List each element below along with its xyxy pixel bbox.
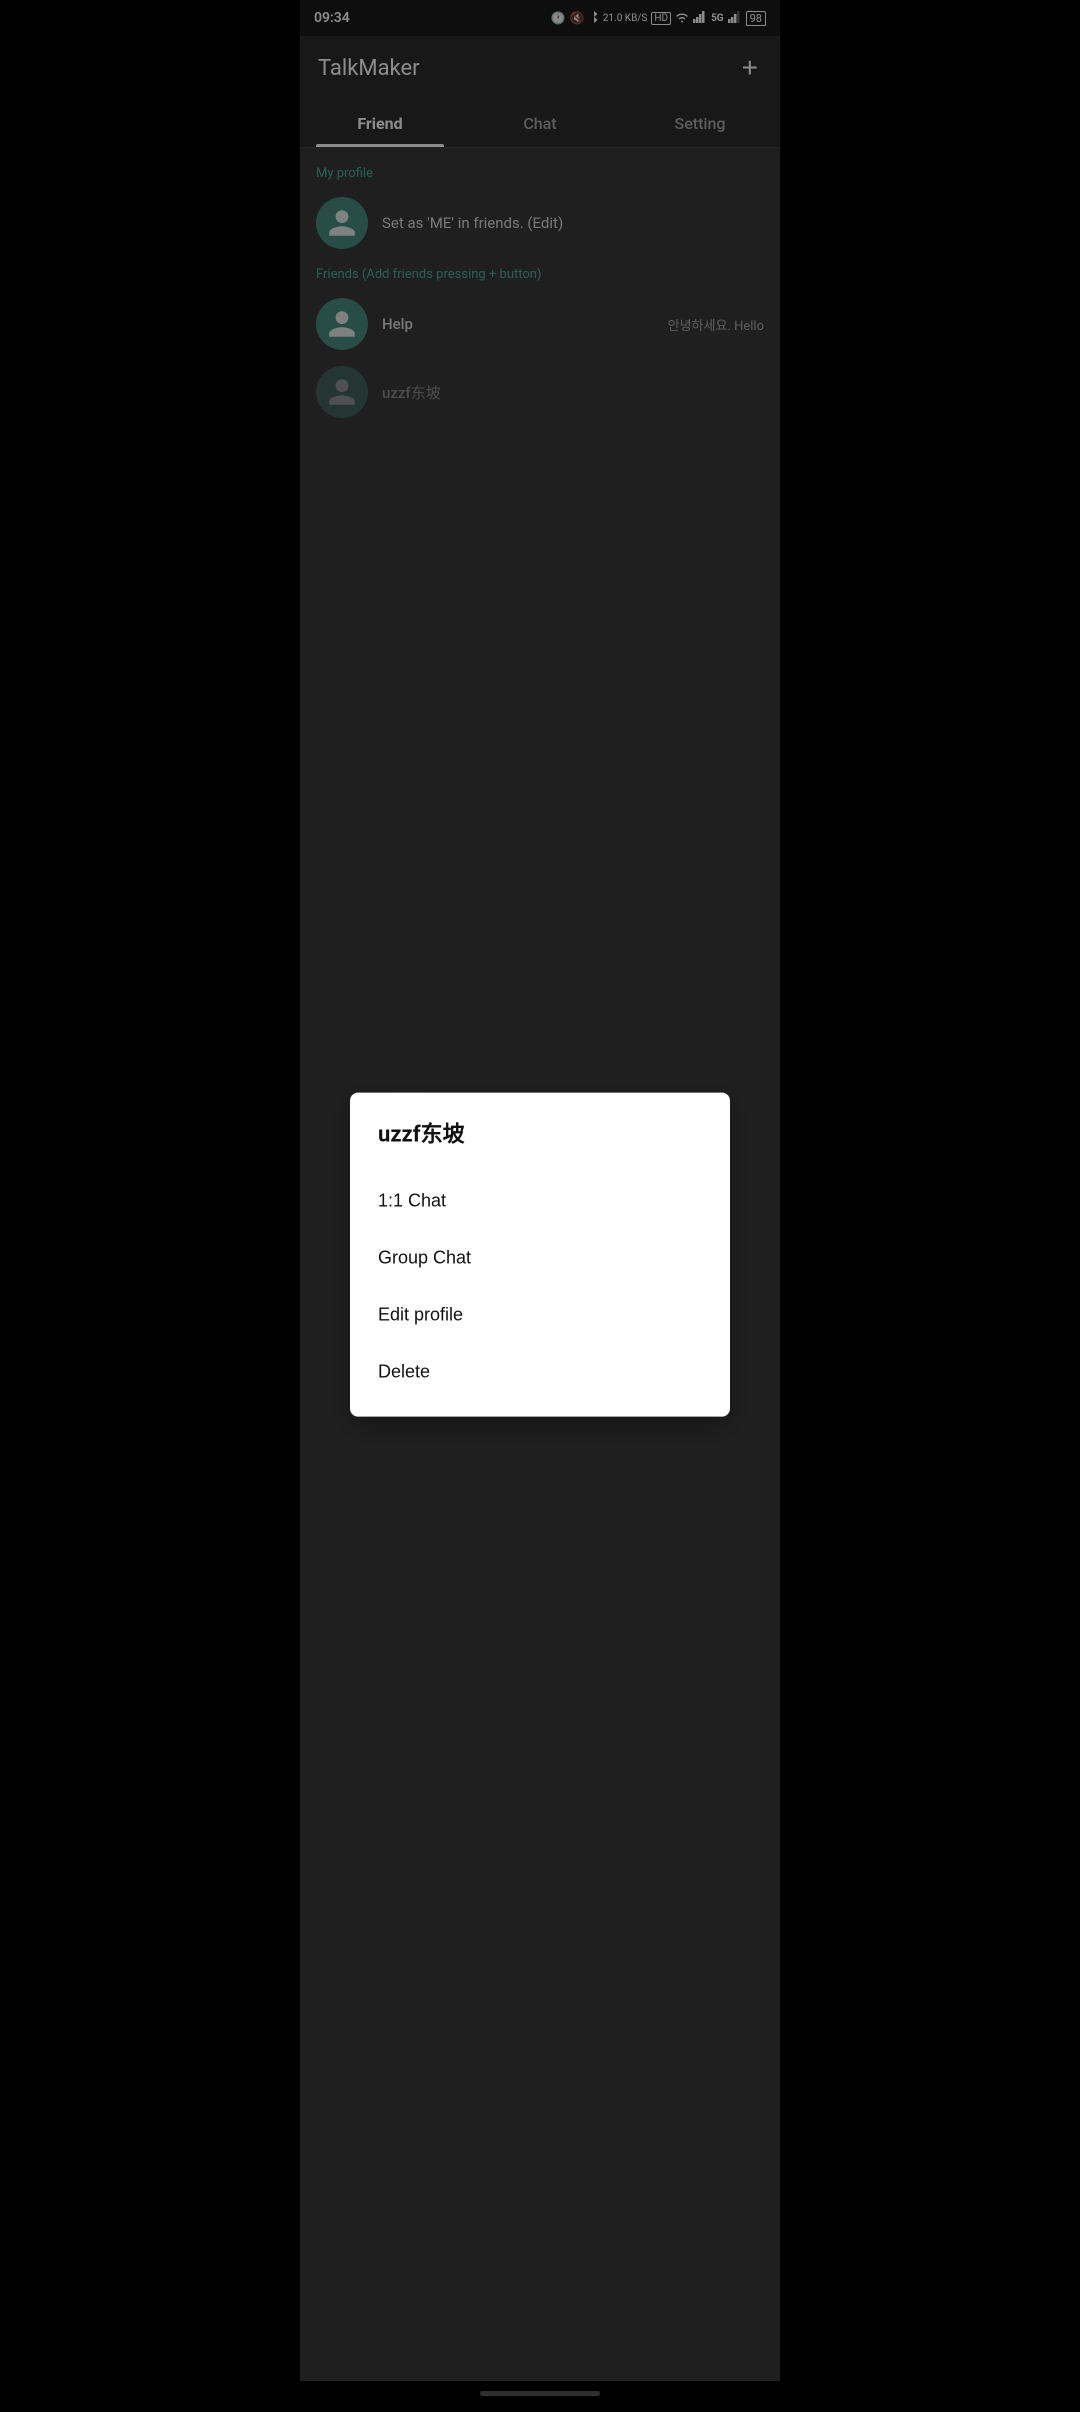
context-menu: uzzf东坡 1:1 Chat Group Chat Edit profile … xyxy=(350,1093,730,1417)
context-item-group-chat[interactable]: Group Chat xyxy=(378,1230,702,1287)
context-item-delete[interactable]: Delete xyxy=(378,1344,702,1401)
context-item-edit-profile[interactable]: Edit profile xyxy=(378,1287,702,1344)
context-item-one-on-one-chat[interactable]: 1:1 Chat xyxy=(378,1173,702,1230)
context-menu-title: uzzf东坡 xyxy=(378,1117,702,1149)
